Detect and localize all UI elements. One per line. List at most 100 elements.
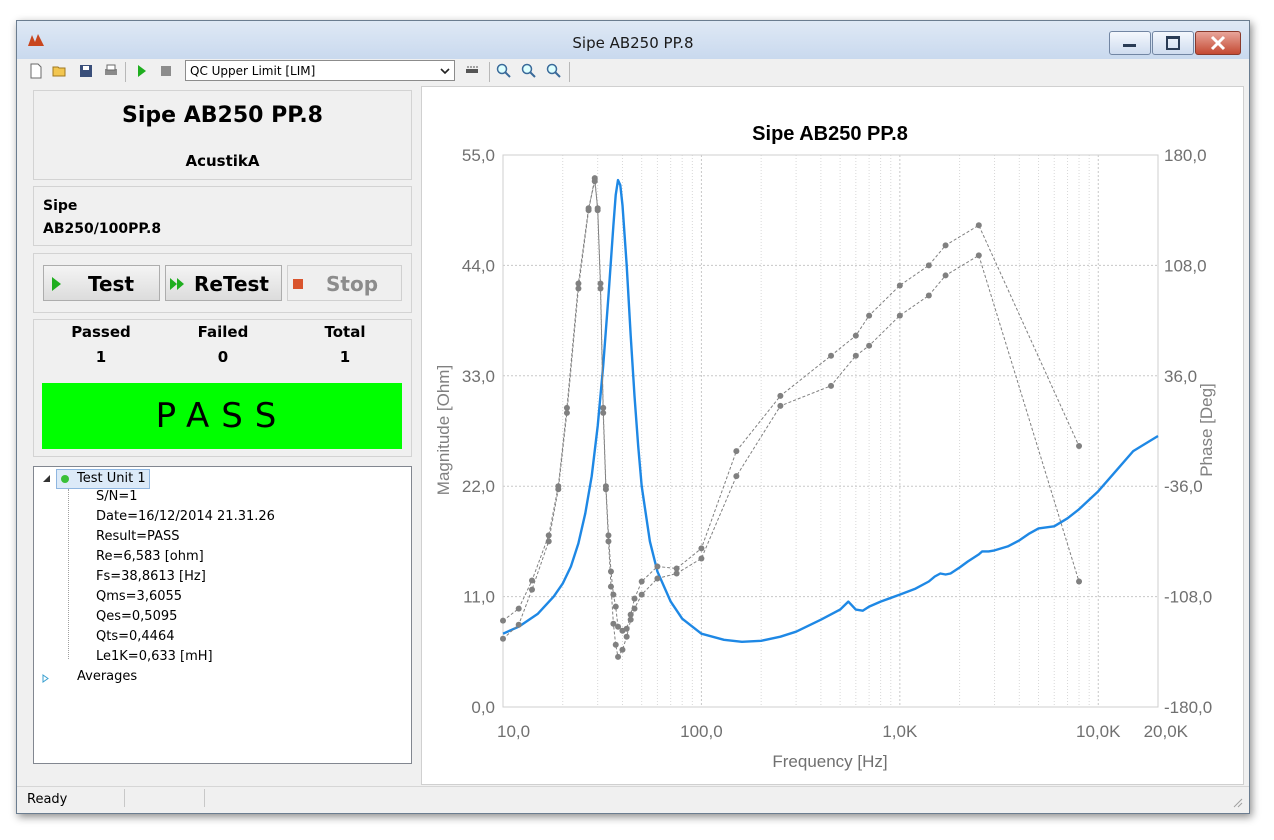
- tree-item[interactable]: Date=16/12/2014 21.31.26: [96, 509, 275, 524]
- tree-root-label: Test Unit 1: [77, 471, 146, 486]
- chip-icon[interactable]: [464, 63, 480, 79]
- status-dot-icon: [61, 475, 69, 483]
- maximize-button[interactable]: [1152, 31, 1194, 55]
- tree-item[interactable]: Re=6,583 [ohm]: [96, 549, 204, 564]
- tree-item[interactable]: Le1K=0,633 [mH]: [96, 649, 213, 664]
- status-bar: Ready: [17, 786, 1249, 812]
- x-tick-label: 10,0: [497, 722, 530, 741]
- upper-limit-point: [896, 282, 903, 289]
- chart-panel: 0,0 11,0 22,0 33,0 44,0 55,0 -180,0 -108,0 -36,…: [421, 86, 1244, 785]
- lower-limit-point: [607, 583, 614, 590]
- y2-tick-label: -180,0: [1164, 698, 1212, 717]
- minimize-button[interactable]: [1109, 31, 1151, 55]
- fast-forward-icon: [170, 278, 184, 290]
- lower-limit-point: [975, 252, 982, 259]
- tree-item[interactable]: S/N=1: [96, 489, 138, 504]
- y-tick-label: 55,0: [462, 146, 495, 165]
- lower-limit-point: [605, 538, 612, 545]
- title-bar: Sipe AB250 PP.8: [17, 21, 1249, 59]
- zoom-fit-icon[interactable]: [546, 63, 562, 79]
- retest-button[interactable]: ReTest: [165, 265, 282, 301]
- upper-limit-point: [654, 563, 661, 570]
- lower-limit-point: [673, 570, 680, 577]
- lower-limit-point: [852, 352, 859, 359]
- play-icon[interactable]: [134, 63, 150, 79]
- upper-limit-point: [545, 532, 552, 539]
- limit-select-value: QC Upper Limit [LIM]: [190, 64, 316, 78]
- upper-limit-point: [828, 352, 835, 359]
- y-tick-label: 33,0: [462, 367, 495, 386]
- lower-limit-point: [563, 409, 570, 416]
- y-tick-label: 22,0: [462, 477, 495, 496]
- zoom-out-icon[interactable]: [521, 63, 537, 79]
- upper-limit-point: [733, 448, 740, 455]
- lower-limit-point: [627, 616, 634, 623]
- lower-limit-point: [528, 586, 535, 593]
- new-file-icon[interactable]: [28, 63, 44, 79]
- lower-limit-point: [638, 591, 645, 598]
- close-button[interactable]: [1195, 31, 1241, 55]
- test-button[interactable]: Test: [43, 265, 160, 301]
- lower-limit-point: [615, 653, 622, 660]
- stop-button[interactable]: Stop: [287, 265, 402, 301]
- test-button-label: Test: [88, 272, 135, 296]
- lower-limit-point: [623, 633, 630, 640]
- tree-item[interactable]: Result=PASS: [96, 529, 179, 544]
- device-panel: Sipe AB250/100PP.8: [33, 186, 412, 246]
- save-icon[interactable]: [78, 63, 94, 79]
- collapsed-arrow-icon[interactable]: [42, 674, 50, 683]
- upper-limit-point: [515, 605, 522, 612]
- tree-item[interactable]: Qes=0,5095: [96, 609, 177, 624]
- tree-item[interactable]: Fs=38,8613 [Hz]: [96, 569, 206, 584]
- lower-limit-point: [602, 486, 609, 493]
- results-tree[interactable]: Test Unit 1 S/N=1 Date=16/12/2014 21.31.…: [33, 466, 412, 764]
- tree-item[interactable]: Qts=0,4464: [96, 629, 174, 644]
- total-count: 1: [339, 348, 351, 366]
- zoom-in-icon[interactable]: [496, 63, 512, 79]
- y-tick-label: 0,0: [471, 698, 495, 717]
- y2-tick-label: 180,0: [1164, 146, 1207, 165]
- limit-select[interactable]: QC Upper Limit [LIM]: [185, 60, 455, 81]
- lower-limit-point: [777, 402, 784, 409]
- tree-averages-node[interactable]: Averages: [77, 669, 137, 684]
- lower-limit-line: [502, 178, 1080, 659]
- lower-limit-point: [612, 641, 619, 648]
- y-tick-label: 11,0: [463, 588, 495, 607]
- print-icon[interactable]: [103, 63, 119, 79]
- page-subtitle: AcustikA: [185, 152, 260, 170]
- open-folder-icon[interactable]: [52, 63, 68, 79]
- resize-grip-icon[interactable]: [1231, 796, 1243, 808]
- lower-limit-point: [594, 207, 601, 214]
- stop-icon[interactable]: [158, 63, 174, 79]
- upper-limit-line: [502, 180, 1080, 632]
- x-axis-label: Frequency [Hz]: [772, 752, 887, 771]
- lower-limit-point: [698, 555, 705, 562]
- lower-limit-point: [866, 342, 873, 349]
- passed-label: Passed: [71, 323, 131, 341]
- expand-arrow-icon[interactable]: [42, 474, 51, 483]
- lower-limit-point: [585, 207, 592, 214]
- main-window: Sipe AB250 PP.8 QC Upper Limit [LIM] Sip…: [16, 20, 1250, 814]
- lower-limit-point: [654, 575, 661, 582]
- tree-root-node[interactable]: Test Unit 1: [56, 469, 150, 489]
- upper-limit-point: [852, 332, 859, 339]
- upper-limit-point: [1076, 443, 1083, 450]
- lower-limit-point: [515, 621, 522, 628]
- lower-limit-point: [925, 292, 932, 299]
- upper-limit-point: [942, 242, 949, 249]
- failed-label: Failed: [197, 323, 249, 341]
- impedance-chart[interactable]: 0,0 11,0 22,0 33,0 44,0 55,0 -180,0 -108,0 -36,…: [422, 87, 1243, 784]
- tree-item[interactable]: Qms=3,6055: [96, 589, 182, 604]
- x-tick-label: 100,0: [680, 722, 723, 741]
- header-panel: Sipe AB250 PP.8 AcustikA: [33, 90, 412, 180]
- chart-title: Sipe AB250 PP.8: [752, 123, 908, 145]
- y2-tick-label: -36,0: [1164, 477, 1203, 496]
- upper-limit-point: [866, 312, 873, 319]
- toolbar: QC Upper Limit [LIM]: [17, 59, 1249, 85]
- device-brand: Sipe: [43, 198, 78, 214]
- maximize-icon: [1166, 36, 1180, 50]
- upper-limit-point: [631, 595, 638, 602]
- status-text: Ready: [27, 792, 68, 807]
- window-title: Sipe AB250 PP.8: [572, 34, 694, 52]
- upper-limit-point: [638, 578, 645, 585]
